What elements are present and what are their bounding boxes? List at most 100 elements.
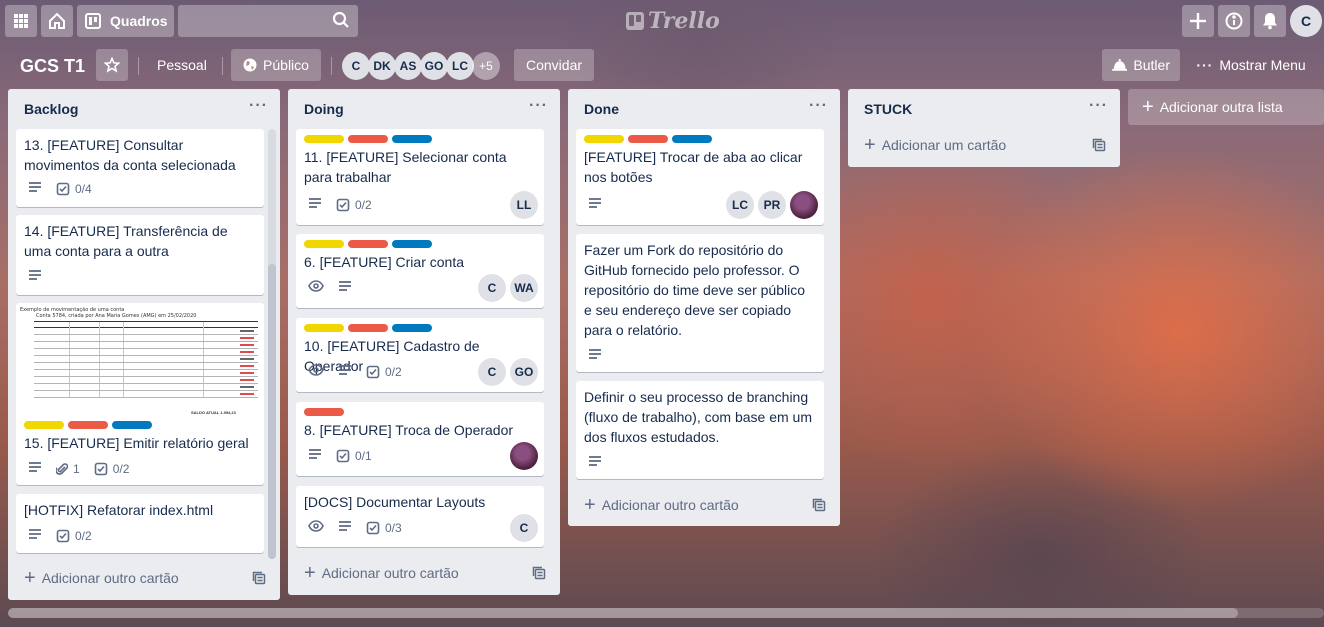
card[interactable]: 13. [FEATURE] Consultar movimentos da co…: [16, 129, 264, 207]
card[interactable]: 8. [FEATURE] Troca de Operador 0/1: [296, 402, 544, 476]
cover-total: SALDO ATUAL 1.994,23: [191, 410, 236, 415]
card[interactable]: 11. [FEATURE] Selecionar conta para trab…: [296, 129, 544, 225]
member-avatar[interactable]: C: [510, 514, 538, 542]
list-stuck: STUCK ··· + Adicionar um cartão: [848, 89, 1120, 167]
create-button[interactable]: [1182, 5, 1214, 37]
checklist-badge: 0/2: [56, 529, 92, 543]
label-red: [628, 135, 668, 143]
more-members-button[interactable]: +5: [472, 52, 500, 80]
board-title[interactable]: GCS T1: [10, 51, 95, 81]
apps-button[interactable]: [5, 5, 37, 37]
add-card-label: Adicionar outro cartão: [601, 497, 739, 513]
description-icon: [28, 269, 42, 284]
list-menu-button[interactable]: ···: [1089, 97, 1108, 115]
card-template-icon[interactable]: [532, 566, 546, 580]
member-photo-avatar[interactable]: [790, 191, 818, 219]
card[interactable]: Exemplo de movimentação de uma conta Con…: [16, 303, 264, 485]
card-labels: [584, 135, 816, 143]
scrollbar-thumb[interactable]: [268, 264, 276, 559]
member-avatar[interactable]: C: [478, 358, 506, 386]
checklist-icon: [94, 462, 107, 475]
board-scrollbar-thumb[interactable]: [8, 608, 1238, 618]
add-card-button[interactable]: + Adicionar outro cartão: [584, 494, 739, 516]
card-template-icon[interactable]: [1092, 138, 1106, 152]
butler-button[interactable]: Butler: [1102, 49, 1180, 81]
card[interactable]: 10. [FEATURE] Cadastro de Operador 0/2 C…: [296, 318, 544, 392]
member-avatar[interactable]: C: [478, 274, 506, 302]
info-icon: [1225, 12, 1243, 30]
card[interactable]: Fazer um Fork do repositório do GitHub f…: [576, 234, 824, 372]
plus-icon: +: [304, 562, 316, 584]
member-avatar[interactable]: LC: [726, 191, 754, 219]
list-doing: Doing ··· 11. [FEATURE] Selecionar conta…: [288, 89, 560, 595]
star-button[interactable]: [96, 49, 128, 81]
visibility-button[interactable]: Público: [231, 49, 321, 81]
member-avatar[interactable]: AS: [394, 52, 422, 80]
trello-logo[interactable]: Trello: [626, 8, 720, 34]
card-badges: 0/4: [28, 181, 92, 196]
label-red: [68, 421, 108, 429]
boards-button[interactable]: Quadros: [77, 5, 174, 37]
card[interactable]: 6. [FEATURE] Criar conta C WA: [296, 234, 544, 308]
add-list-button[interactable]: + Adicionar outra lista: [1128, 89, 1324, 125]
team-button[interactable]: Pessoal: [157, 49, 207, 81]
description-icon: [28, 528, 42, 543]
info-button[interactable]: [1218, 5, 1250, 37]
card[interactable]: 14. [FEATURE] Transferência de uma conta…: [16, 215, 264, 295]
show-menu-button[interactable]: ··· Mostrar Menu: [1186, 49, 1316, 81]
plus-icon: +: [864, 134, 876, 156]
search-input[interactable]: [178, 5, 358, 37]
list-scrollbar[interactable]: [268, 129, 276, 559]
list-menu-button[interactable]: ···: [809, 97, 828, 115]
add-card-button[interactable]: + Adicionar outro cartão: [24, 568, 179, 588]
card-template-icon[interactable]: [812, 498, 826, 512]
list-title[interactable]: STUCK: [864, 101, 912, 117]
add-card-button[interactable]: + Adicionar outro cartão: [304, 562, 459, 584]
checklist-badge: 0/3: [366, 521, 402, 535]
label-blue: [392, 135, 432, 143]
invite-button[interactable]: Convidar: [514, 49, 594, 81]
plus-icon: +: [584, 494, 596, 516]
member-avatar[interactable]: GO: [510, 358, 538, 386]
card[interactable]: Definir o seu processo de branching (flu…: [576, 381, 824, 479]
member-avatar[interactable]: LC: [446, 52, 474, 80]
card-badges: [588, 197, 602, 212]
cover-table: [34, 321, 258, 398]
add-card-button[interactable]: + Adicionar um cartão: [864, 134, 1006, 156]
member-avatar[interactable]: PR: [758, 191, 786, 219]
notifications-button[interactable]: [1254, 5, 1286, 37]
member-avatar[interactable]: C: [342, 52, 370, 80]
checklist-count: 0/4: [75, 181, 92, 196]
card[interactable]: [FEATURE] Trocar de aba ao clicar nos bo…: [576, 129, 824, 225]
list-title[interactable]: Done: [584, 101, 619, 117]
member-avatar[interactable]: GO: [420, 52, 448, 80]
checklist-count: 0/3: [385, 520, 402, 535]
board-scrollbar[interactable]: [8, 608, 1324, 618]
list-menu-button[interactable]: ···: [529, 97, 548, 115]
home-button[interactable]: [41, 5, 73, 37]
paperclip-icon: [56, 462, 68, 475]
member-avatar[interactable]: LL: [510, 191, 538, 219]
card-template-icon[interactable]: [252, 571, 266, 585]
checklist-badge: 0/2: [94, 461, 130, 476]
plus-icon: [1190, 13, 1206, 29]
list-title[interactable]: Doing: [304, 101, 344, 117]
member-photo-avatar[interactable]: [510, 442, 538, 470]
list-backlog: Backlog ··· 13. [FEATURE] Consultar movi…: [8, 89, 280, 600]
member-avatar[interactable]: WA: [510, 274, 538, 302]
logo-text: Trello: [648, 8, 720, 34]
list-menu-button[interactable]: ···: [249, 97, 268, 115]
member-avatar[interactable]: DK: [368, 52, 396, 80]
card-badges: 0/2: [308, 197, 372, 212]
label-red: [304, 408, 344, 416]
card[interactable]: [HOTFIX] Refatorar index.html 0/2: [16, 494, 264, 553]
search-icon: [332, 11, 349, 28]
checklist-count: 0/2: [112, 461, 130, 476]
user-avatar[interactable]: C: [1290, 5, 1322, 37]
card[interactable]: [DOCS] Documentar Layouts 0/3 C: [296, 486, 544, 547]
card-title: 6. [FEATURE] Criar conta: [304, 254, 465, 270]
label-yellow: [304, 240, 344, 248]
card-title: 11. [FEATURE] Selecionar conta para trab…: [304, 149, 507, 185]
checklist-badge: 0/1: [336, 449, 372, 463]
list-title[interactable]: Backlog: [24, 101, 78, 117]
